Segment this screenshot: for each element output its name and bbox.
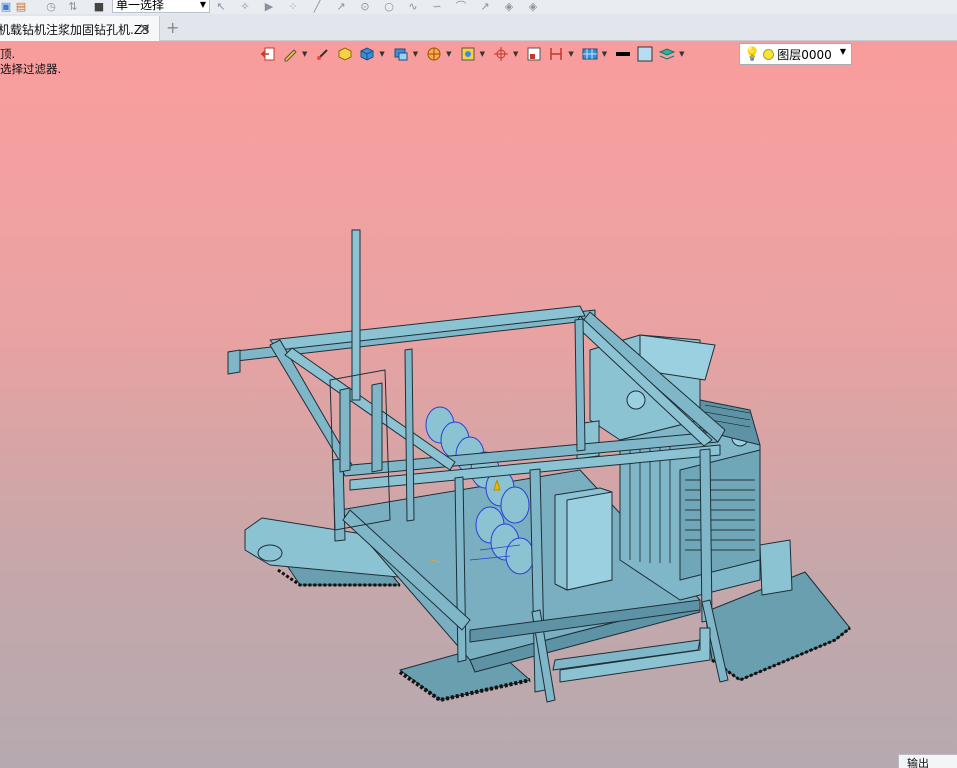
new-tab-button[interactable]: + xyxy=(166,18,179,37)
spline-icon[interactable]: ∿ xyxy=(406,0,420,13)
output-panel-tab[interactable]: 输出 xyxy=(898,754,957,768)
history-icon[interactable]: ◷ xyxy=(44,0,58,13)
document-tab-label: 机载钻机注浆加固钻孔机.Z3 xyxy=(0,22,150,37)
graphics-viewport[interactable]: 顶. 选择过滤器. ▼ ▼ ▼ ▼ ▼ ▼ ▼ ▼ ▼ 💡 图层0000 ▼ xyxy=(0,41,957,768)
main-toolbar: ▣ ▤ ◷ ⇅ ■ 单一选择 ▼ ↖ ✧ ▶ ⁘ ╱ ↗ ⊙ ○ ∿ ∽ ⌒ ↗… xyxy=(0,0,957,14)
offset-icon[interactable]: ↗ xyxy=(478,0,492,13)
arrow-line-icon[interactable]: ↗ xyxy=(334,0,348,13)
line-icon[interactable]: ╱ xyxy=(310,0,324,13)
circle-center-icon[interactable]: ⊙ xyxy=(358,0,372,13)
pick-arrow-icon[interactable]: ↖ xyxy=(214,0,228,13)
chevron-down-icon: ▼ xyxy=(199,0,206,9)
selection-mode-dropdown[interactable]: 单一选择 ▼ xyxy=(112,0,210,13)
curve-icon[interactable]: ∽ xyxy=(430,0,444,13)
save-icon[interactable]: ▣ xyxy=(0,0,12,13)
close-icon[interactable]: ✕ xyxy=(138,20,151,38)
pick-filter-icon[interactable]: ✧ xyxy=(238,0,252,13)
print-icon[interactable]: ▤ xyxy=(14,0,28,13)
drilling-rig-model[interactable] xyxy=(0,41,957,768)
document-tab[interactable]: 机载钻机注浆加固钻孔机.Z3 ✕ xyxy=(0,16,160,42)
play-icon[interactable]: ▶ xyxy=(262,0,276,13)
surface-icon[interactable]: ◈ xyxy=(502,0,516,13)
cursor-info-icon[interactable]: ⇅ xyxy=(66,0,80,13)
point-icon[interactable]: ⁘ xyxy=(286,0,300,13)
circle-icon[interactable]: ○ xyxy=(382,0,396,13)
arc-icon[interactable]: ⌒ xyxy=(454,0,468,13)
stop-icon[interactable]: ■ xyxy=(92,0,106,13)
layer-icon[interactable]: ◈ xyxy=(526,0,540,13)
document-tab-bar: 机载钻机注浆加固钻孔机.Z3 ✕ + xyxy=(0,14,957,42)
selection-mode-value: 单一选择 xyxy=(116,0,165,12)
